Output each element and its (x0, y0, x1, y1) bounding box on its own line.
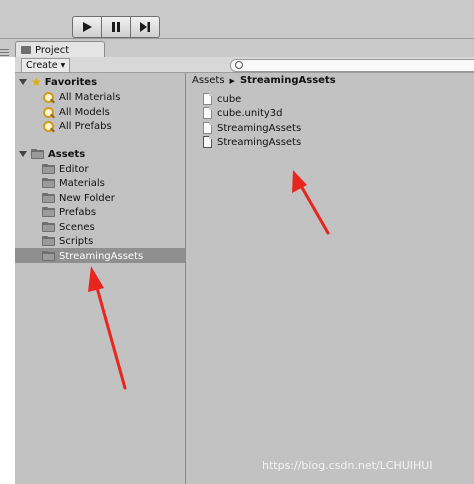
watermark: https://blog.csdn.net/LCHUIHUI (262, 459, 433, 472)
annotation-arrow (292, 170, 330, 235)
annotation-arrow (88, 266, 127, 390)
annotation-arrows (88, 170, 330, 390)
